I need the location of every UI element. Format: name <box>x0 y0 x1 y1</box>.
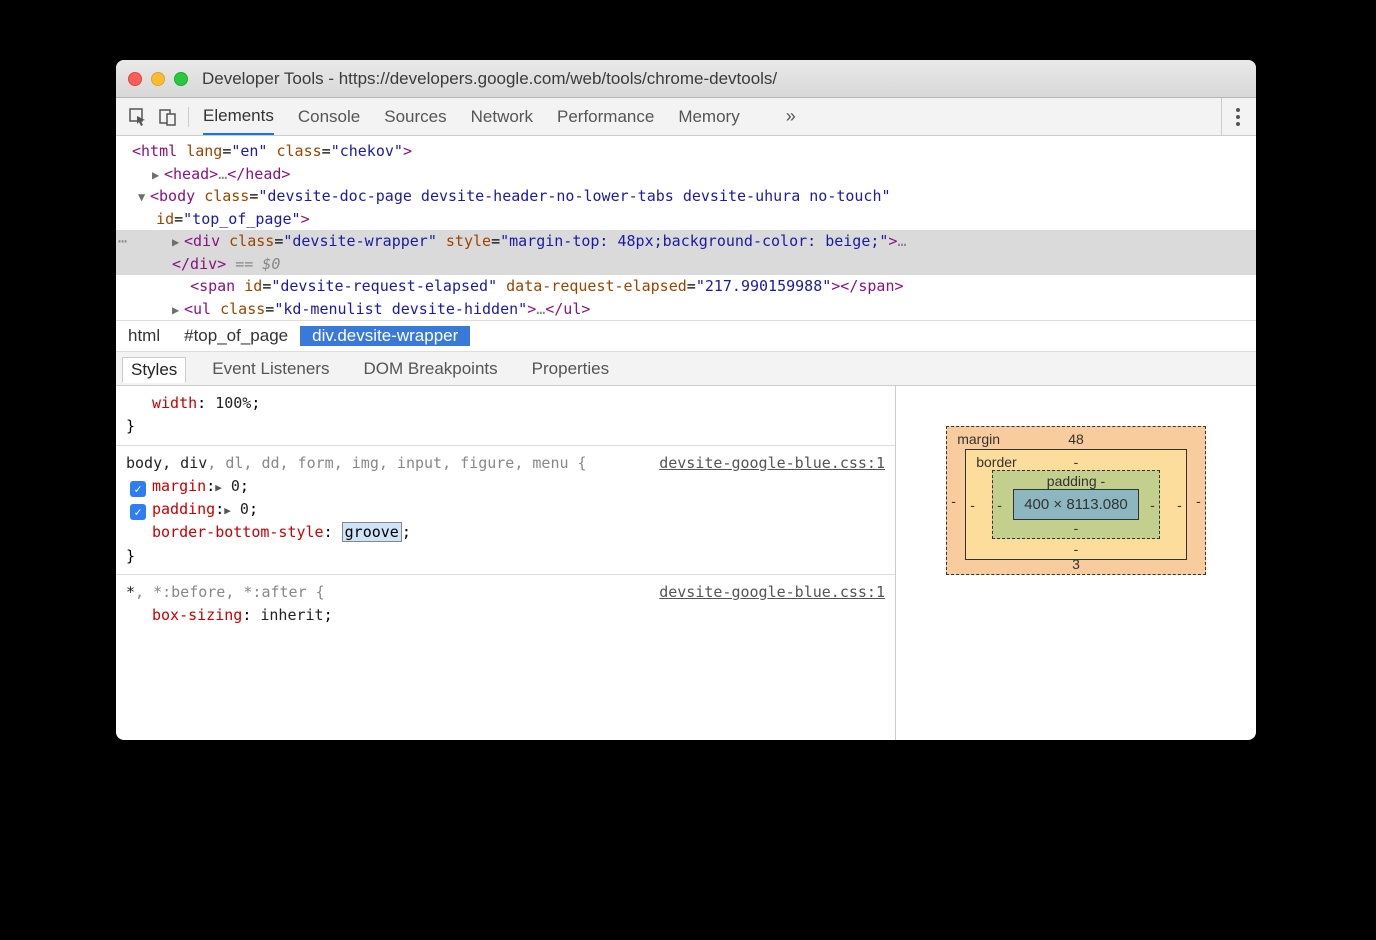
more-tabs-chevron-icon[interactable]: » <box>786 106 796 127</box>
box-model-border[interactable]: border - - - - padding - - - - 400 × 811… <box>965 449 1187 560</box>
inspect-element-icon[interactable] <box>128 107 148 127</box>
tab-network[interactable]: Network <box>471 98 533 135</box>
main-toolbar: Elements Console Sources Network Perform… <box>116 98 1256 136</box>
tab-elements[interactable]: Elements <box>203 98 274 135</box>
crumb-html[interactable]: html <box>116 326 172 346</box>
dom-node-html[interactable]: <html lang="en" class="chekov"> <box>116 140 1256 163</box>
tab-sources[interactable]: Sources <box>384 98 446 135</box>
property-toggle-checkbox[interactable]: ✓ <box>130 481 146 497</box>
box-model-pane: margin 48 - - 3 border - - - - padding -… <box>896 386 1256 740</box>
dom-node-ul[interactable]: ▶<ul class="kd-menulist devsite-hidden">… <box>116 298 1256 321</box>
tab-styles[interactable]: Styles <box>122 357 186 383</box>
tab-dom-breakpoints[interactable]: DOM Breakpoints <box>355 357 505 381</box>
dom-node-head[interactable]: ▶<head>…</head> <box>116 163 1256 186</box>
style-rule-0[interactable]: width: 100%; } <box>126 392 885 439</box>
titlebar: Developer Tools - https://developers.goo… <box>116 60 1256 98</box>
styles-pane: width: 100%; } devsite-google-blue.css:1… <box>116 386 896 740</box>
minimize-window-button[interactable] <box>151 72 165 86</box>
dom-node-span[interactable]: <span id="devsite-request-elapsed" data-… <box>116 275 1256 298</box>
tab-console[interactable]: Console <box>298 98 360 135</box>
settings-menu-icon[interactable] <box>1236 108 1240 126</box>
dollar-zero-marker: == $0 <box>226 255 280 273</box>
box-model-margin[interactable]: margin 48 - - 3 border - - - - padding -… <box>946 426 1206 575</box>
window-controls <box>128 72 188 86</box>
source-link[interactable]: devsite-google-blue.css:1 <box>659 581 885 604</box>
dom-node-body[interactable]: ▼<body class="devsite-doc-page devsite-h… <box>116 185 1256 230</box>
style-rule-2[interactable]: devsite-google-blue.css:1 *, *:before, *… <box>126 581 885 628</box>
window-title: Developer Tools - https://developers.goo… <box>202 69 777 89</box>
tab-performance[interactable]: Performance <box>557 98 654 135</box>
box-model-content[interactable]: 400 × 8113.080 <box>1013 489 1139 520</box>
tab-memory[interactable]: Memory <box>678 98 739 135</box>
source-link[interactable]: devsite-google-blue.css:1 <box>659 452 885 475</box>
box-model-padding[interactable]: padding - - - - 400 × 8113.080 <box>992 470 1160 539</box>
dom-node-div-selected[interactable]: ⋯ ▶<div class="devsite-wrapper" style="m… <box>116 230 1256 275</box>
crumb-top-of-page[interactable]: #top_of_page <box>172 326 300 346</box>
dom-tree: <html lang="en" class="chekov"> ▶<head>…… <box>116 136 1256 320</box>
device-toggle-icon[interactable] <box>158 107 178 127</box>
breadcrumb: html #top_of_page div.devsite-wrapper <box>116 320 1256 352</box>
styles-tabs: Styles Event Listeners DOM Breakpoints P… <box>116 352 1256 386</box>
style-rule-1[interactable]: devsite-google-blue.css:1 body, div, dl,… <box>126 452 885 568</box>
styles-content: width: 100%; } devsite-google-blue.css:1… <box>116 386 1256 740</box>
tab-properties[interactable]: Properties <box>524 357 617 381</box>
crumb-devsite-wrapper[interactable]: div.devsite-wrapper <box>300 326 470 346</box>
tab-event-listeners[interactable]: Event Listeners <box>204 357 337 381</box>
devtools-window: Developer Tools - https://developers.goo… <box>116 60 1256 740</box>
css-value-editor[interactable]: groove <box>342 522 402 542</box>
property-toggle-checkbox[interactable]: ✓ <box>130 504 146 520</box>
panel-tabs: Elements Console Sources Network Perform… <box>203 98 796 135</box>
close-window-button[interactable] <box>128 72 142 86</box>
zoom-window-button[interactable] <box>174 72 188 86</box>
